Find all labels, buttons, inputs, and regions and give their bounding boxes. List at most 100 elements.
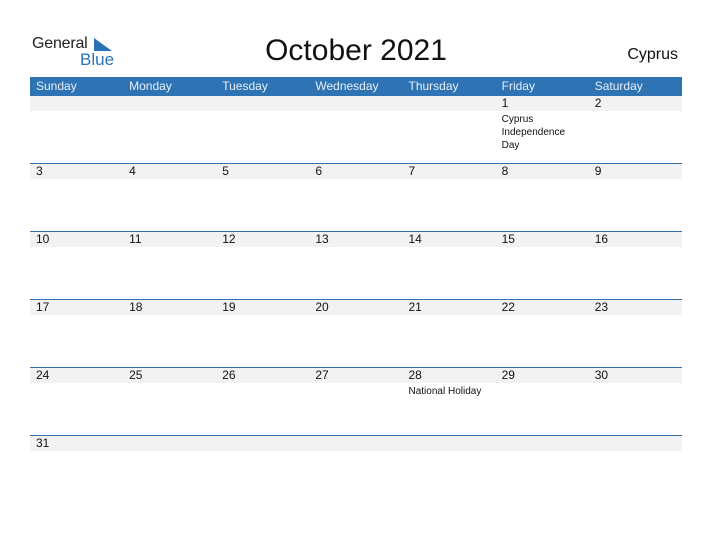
week-row: 10 11 12 13 14 15 16	[30, 231, 682, 299]
day-number	[409, 436, 496, 451]
day-cell: 29	[496, 368, 589, 398]
day-cell: 8	[496, 164, 589, 179]
day-cell: 5	[216, 164, 309, 179]
holiday-label: Cyprus Independence Day	[501, 114, 566, 151]
day-cell	[496, 436, 589, 451]
day-cell: 7	[403, 164, 496, 179]
day-cell	[309, 96, 402, 152]
day-number: 28	[408, 368, 422, 382]
day-cell: 28 National Holiday	[403, 368, 496, 398]
day-number: 18	[129, 300, 143, 314]
day-number: 21	[408, 300, 422, 314]
day-number	[129, 96, 216, 111]
day-cell	[123, 96, 216, 152]
day-number: 17	[36, 300, 50, 314]
day-number: 27	[315, 368, 329, 382]
weekday-thursday: Thursday	[408, 79, 459, 93]
day-cell: 22	[496, 300, 589, 315]
weekday-header: Sunday Monday Tuesday Wednesday Thursday Frid…	[30, 77, 682, 96]
day-number: 14	[408, 232, 422, 246]
day-number: 2	[594, 96, 602, 110]
day-number: 7	[408, 164, 416, 178]
day-number: 1	[501, 96, 509, 110]
day-cell: 15	[496, 232, 589, 247]
day-cell: 18	[123, 300, 216, 315]
day-number: 30	[594, 368, 609, 382]
day-number: 13	[315, 232, 329, 246]
week-row: 1 Cyprus Independence Day 2	[30, 96, 682, 163]
day-number: 8	[501, 164, 509, 178]
day-number	[36, 96, 123, 111]
day-number	[222, 436, 309, 451]
day-cell: 1 Cyprus Independence Day	[496, 96, 589, 152]
calendar-grid: Sunday Monday Tuesday Wednesday Thursday Frid…	[30, 77, 682, 503]
day-number: 31	[36, 436, 50, 450]
day-cell: 12	[216, 232, 309, 247]
page-title: October 2021	[265, 34, 447, 67]
day-cell: 10	[30, 232, 123, 247]
day-cell	[30, 96, 123, 152]
day-cell	[309, 436, 402, 451]
day-cell: 3	[30, 164, 123, 179]
day-cell	[216, 96, 309, 152]
day-cell	[589, 436, 682, 451]
day-number: 26	[222, 368, 236, 382]
day-number: 11	[129, 232, 142, 246]
day-number: 22	[501, 300, 515, 314]
day-cell: 2	[589, 96, 682, 152]
day-cell	[123, 436, 216, 451]
day-number: 24	[36, 368, 50, 382]
week-row: 3 4 5 6 7 8 9	[30, 163, 682, 231]
weekday-friday: Friday	[501, 79, 535, 93]
weekday-wednesday: Wednesday	[315, 79, 379, 93]
day-cell: 25	[123, 368, 216, 398]
day-cell: 19	[216, 300, 309, 315]
day-cell: 30	[589, 368, 682, 398]
day-number: 15	[501, 232, 515, 246]
day-number	[315, 96, 402, 111]
day-cell	[403, 96, 496, 152]
day-cell: 11	[123, 232, 216, 247]
day-number: 12	[222, 232, 236, 246]
day-cell: 21	[403, 300, 496, 315]
day-number: 9	[594, 164, 602, 178]
day-number: 6	[315, 164, 323, 178]
week-row: 17 18 19 20 21 22 23	[30, 299, 682, 367]
day-number: 23	[594, 300, 609, 314]
day-number	[315, 436, 402, 451]
day-number: 5	[222, 164, 229, 178]
day-cell: 14	[403, 232, 496, 247]
day-number	[595, 436, 682, 451]
holiday-label: National Holiday	[408, 386, 482, 397]
day-number: 20	[315, 300, 329, 314]
day-number	[502, 436, 589, 451]
day-number	[409, 96, 496, 111]
day-number: 4	[129, 164, 136, 178]
day-number: 16	[594, 232, 609, 246]
day-cell: 13	[309, 232, 402, 247]
day-number: 19	[222, 300, 236, 314]
weekday-tuesday: Tuesday	[222, 79, 268, 93]
weekday-monday: Monday	[129, 79, 172, 93]
day-number	[129, 436, 216, 451]
day-cell: 6	[309, 164, 402, 179]
day-cell	[403, 436, 496, 451]
day-cell: 9	[589, 164, 682, 179]
weekday-saturday: Saturday	[594, 79, 643, 93]
weekday-sunday: Sunday	[36, 79, 77, 93]
day-number: 29	[501, 368, 515, 382]
day-cell: 17	[30, 300, 123, 315]
day-cell: 31	[30, 436, 123, 451]
day-cell: 27	[309, 368, 402, 398]
week-row: 31	[30, 435, 682, 503]
day-number: 25	[129, 368, 143, 382]
day-cell: 20	[309, 300, 402, 315]
day-cell: 16	[589, 232, 682, 247]
day-cell: 24	[30, 368, 123, 398]
week-row: 24 25 26 27 28 National Holiday 29 30	[30, 367, 682, 435]
day-cell: 23	[589, 300, 682, 315]
weeks: 1 Cyprus Independence Day 2 3 4 5 6 7 8 9 10 11 12 13…	[30, 96, 682, 503]
country-label: Cyprus	[627, 46, 678, 63]
day-number: 3	[36, 164, 43, 178]
day-cell: 26	[216, 368, 309, 398]
